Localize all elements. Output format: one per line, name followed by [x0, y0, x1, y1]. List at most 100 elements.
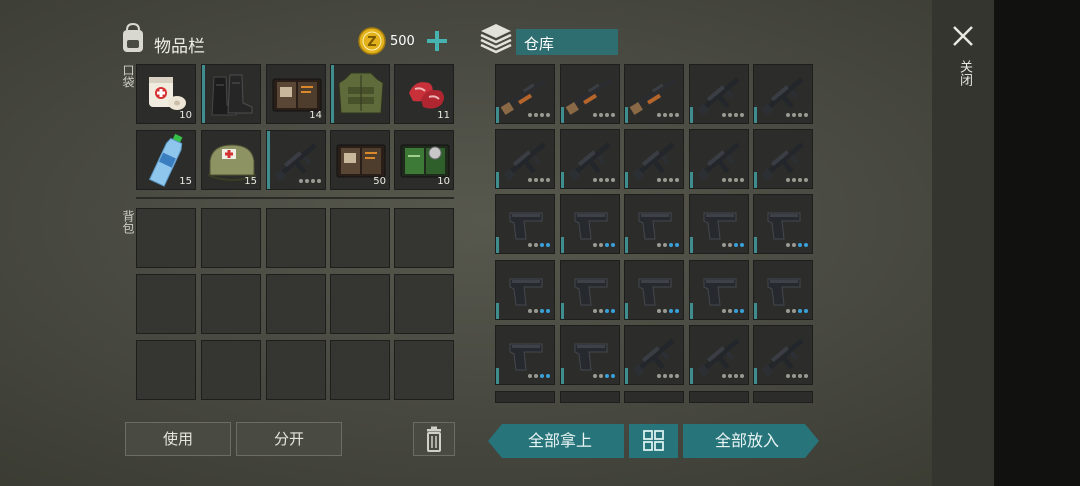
- storage-slot-partial[interactable]: [624, 391, 684, 403]
- durability-dots: [722, 243, 744, 247]
- storage-slot-rifle[interactable]: [624, 129, 684, 189]
- pocket-slot-recipe-book[interactable]: 14: [266, 64, 326, 124]
- storage-slot-rifle[interactable]: [689, 325, 749, 385]
- take-all-button[interactable]: 全部拿上: [488, 424, 624, 458]
- backpack-slot[interactable]: [266, 208, 326, 268]
- backpack-slot[interactable]: [394, 208, 454, 268]
- backpack-icon: [118, 22, 148, 56]
- inventory-title: 物品栏: [154, 37, 205, 57]
- grid-icon: [643, 430, 664, 451]
- storage-slot-pistol[interactable]: [495, 260, 555, 320]
- storage-slot-pistol[interactable]: [753, 260, 813, 320]
- item-quantity: 50: [373, 176, 386, 187]
- close-button[interactable]: 关闭: [946, 20, 980, 100]
- put-all-button[interactable]: 全部放入: [683, 424, 819, 458]
- pocket-label: 口袋: [121, 64, 135, 88]
- durability-dots: [528, 113, 550, 117]
- storage-slot-partial[interactable]: [560, 391, 620, 403]
- backpack-slot[interactable]: [394, 274, 454, 334]
- pocket-slot-bandage[interactable]: 10: [136, 64, 196, 124]
- backpack-slot[interactable]: [201, 340, 261, 400]
- pocket-divider: [136, 197, 454, 199]
- storage-slot-pistol[interactable]: [624, 194, 684, 254]
- item-quantity: 10: [437, 176, 450, 187]
- pocket-slot-boots[interactable]: [201, 64, 261, 124]
- pocket-slot-water-bottle[interactable]: 15: [136, 130, 196, 190]
- storage-slot-rifle[interactable]: [495, 129, 555, 189]
- backpack-slot[interactable]: [330, 274, 390, 334]
- storage-title: 仓库: [524, 35, 555, 53]
- storage-slot-rifle[interactable]: [624, 325, 684, 385]
- boots-icon: [211, 74, 253, 116]
- durability-dots: [299, 179, 321, 183]
- storage-slot-pistol[interactable]: [560, 325, 620, 385]
- durability-dots: [657, 309, 679, 313]
- trash-button[interactable]: [413, 422, 455, 456]
- use-button[interactable]: 使用: [125, 422, 231, 456]
- backpack-slot[interactable]: [266, 340, 326, 400]
- durability-dots: [657, 113, 679, 117]
- pocket-slot-armor-vest[interactable]: [330, 64, 390, 124]
- storage-slot-pistol[interactable]: [689, 194, 749, 254]
- durability-dots: [786, 309, 808, 313]
- backpack-slot[interactable]: [201, 208, 261, 268]
- durability-dots: [593, 113, 615, 117]
- split-button[interactable]: 分开: [236, 422, 342, 456]
- svg-text:Z: Z: [367, 35, 376, 50]
- item-quantity: 11: [437, 110, 450, 121]
- durability-dots: [528, 178, 550, 182]
- storage-slot-shotgun[interactable]: [624, 64, 684, 124]
- durability-dots: [657, 243, 679, 247]
- add-coins-button[interactable]: [424, 28, 450, 54]
- plus-icon: [427, 31, 447, 51]
- backpack-slot[interactable]: [136, 340, 196, 400]
- durability-dots: [722, 178, 744, 182]
- storage-slot-rifle[interactable]: [753, 325, 813, 385]
- close-label: 关闭: [957, 60, 972, 86]
- item-quantity: 14: [309, 110, 322, 121]
- storage-slot-rifle[interactable]: [689, 129, 749, 189]
- pocket-slot-raw-meat[interactable]: 11: [394, 64, 454, 124]
- pocket-slot-green-book[interactable]: 10: [394, 130, 454, 190]
- pocket-slot-first-aid-bag[interactable]: 15: [201, 130, 261, 190]
- storage-slot-pistol[interactable]: [560, 194, 620, 254]
- coin-icon: Z: [358, 27, 386, 55]
- backpack-label: 背包: [121, 210, 135, 234]
- storage-slot-partial[interactable]: [689, 391, 749, 403]
- durability-dots: [593, 374, 615, 378]
- durability-dots: [593, 178, 615, 182]
- backpack-slot[interactable]: [394, 340, 454, 400]
- durability-dots: [786, 243, 808, 247]
- durability-dots: [786, 178, 808, 182]
- storage-slot-rifle[interactable]: [753, 64, 813, 124]
- durability-dots: [657, 374, 679, 378]
- storage-slot-pistol[interactable]: [495, 194, 555, 254]
- backpack-slot[interactable]: [136, 208, 196, 268]
- storage-slot-partial[interactable]: [495, 391, 555, 403]
- storage-slot-pistol[interactable]: [560, 260, 620, 320]
- backpack-slot[interactable]: [330, 340, 390, 400]
- storage-slot-pistol[interactable]: [624, 260, 684, 320]
- storage-slot-rifle[interactable]: [753, 129, 813, 189]
- storage-slot-rifle[interactable]: [689, 64, 749, 124]
- storage-slot-partial[interactable]: [753, 391, 813, 403]
- pocket-slot-assault-rifle[interactable]: [266, 130, 326, 190]
- backpack-slot[interactable]: [330, 208, 390, 268]
- storage-slot-shotgun[interactable]: [495, 64, 555, 124]
- durability-dots: [722, 374, 744, 378]
- storage-icon: [478, 22, 514, 56]
- backpack-slot[interactable]: [136, 274, 196, 334]
- storage-slot-shotgun[interactable]: [560, 64, 620, 124]
- storage-slot-pistol[interactable]: [495, 325, 555, 385]
- pocket-slot-recipe-book-2[interactable]: 50: [330, 130, 390, 190]
- storage-slot-pistol[interactable]: [689, 260, 749, 320]
- sort-button[interactable]: [629, 424, 678, 458]
- backpack-slot[interactable]: [266, 274, 326, 334]
- durability-dots: [657, 178, 679, 182]
- durability-dots: [722, 309, 744, 313]
- backpack-slot[interactable]: [201, 274, 261, 334]
- durability-dots: [786, 374, 808, 378]
- durability-dots: [593, 309, 615, 313]
- storage-slot-rifle[interactable]: [560, 129, 620, 189]
- storage-slot-pistol[interactable]: [753, 194, 813, 254]
